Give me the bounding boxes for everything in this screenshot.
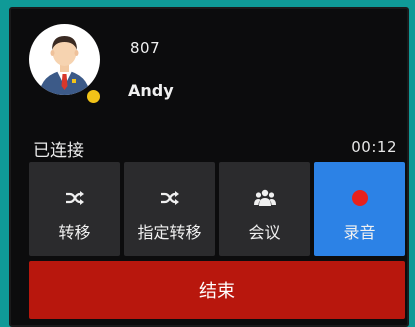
conference-button[interactable]: 会议	[219, 162, 310, 256]
shuffle-icon	[124, 188, 215, 208]
call-panel: 807 Andy 已连接 00:12 转移 指定转移 会议 录音 结束	[9, 7, 409, 327]
record-icon	[314, 188, 405, 208]
conference-label: 会议	[248, 223, 281, 242]
caller-info: 807 Andy	[23, 21, 403, 116]
group-icon	[219, 188, 310, 208]
shuffle-icon	[29, 188, 120, 208]
caller-extension: 807	[130, 39, 161, 57]
record-label: 录音	[343, 223, 376, 242]
call-status: 已连接	[33, 141, 84, 161]
call-status-row: 已连接 00:12	[33, 136, 397, 161]
presence-status-dot	[85, 88, 102, 105]
businessman-avatar-icon	[39, 36, 90, 95]
record-button[interactable]: 录音	[314, 162, 405, 256]
directed-transfer-button[interactable]: 指定转移	[124, 162, 215, 256]
transfer-label: 转移	[58, 223, 91, 242]
call-actions: 转移 指定转移 会议 录音	[29, 162, 405, 256]
end-call-button[interactable]: 结束	[29, 261, 405, 319]
caller-name: Andy	[128, 81, 174, 100]
call-duration: 00:12	[351, 138, 397, 156]
directed-transfer-label: 指定转移	[137, 223, 202, 242]
avatar	[29, 24, 100, 95]
transfer-button[interactable]: 转移	[29, 162, 120, 256]
